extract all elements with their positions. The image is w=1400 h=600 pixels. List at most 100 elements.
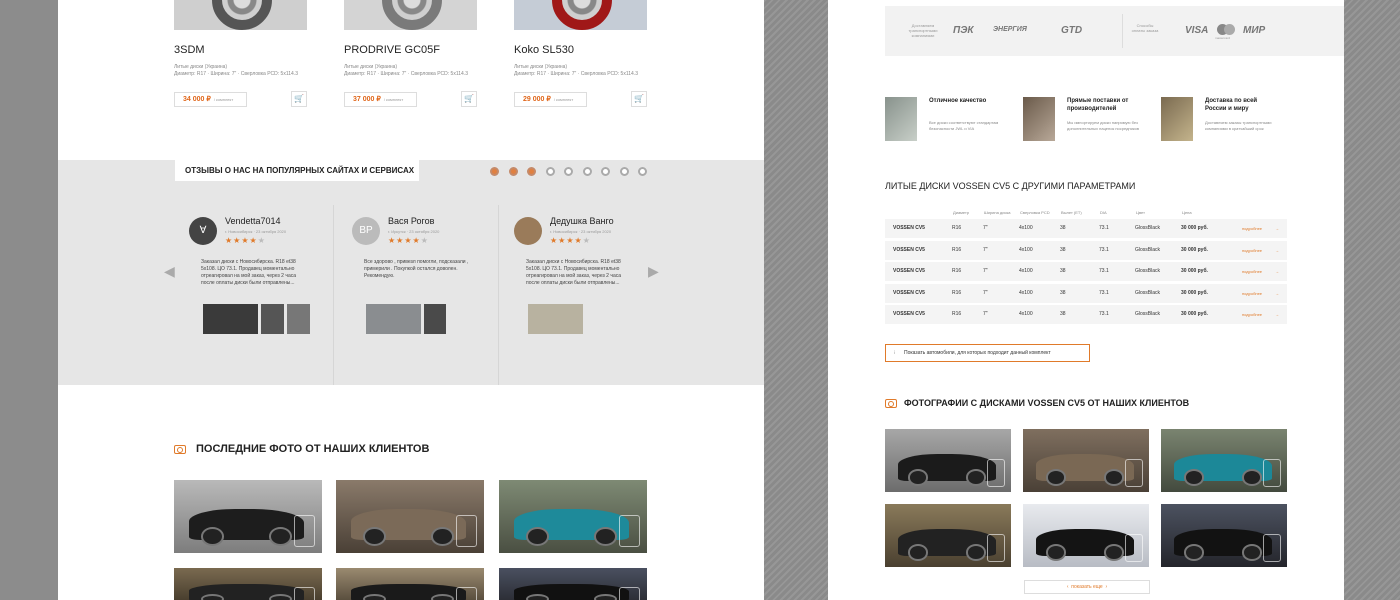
background-texture <box>764 0 828 600</box>
table-cell-pcd: 4x100 <box>1019 246 1033 253</box>
product-price: 29 000 ₽ <box>523 96 551 103</box>
table-cell-link[interactable]: подробнее <box>1242 226 1262 231</box>
table-cell-color: GlossBlack <box>1135 246 1161 253</box>
background-texture <box>1344 0 1400 600</box>
wheel-shape <box>1241 469 1262 486</box>
show-cars-button[interactable]: ⅰ Показать автомобили, для которых подхо… <box>885 344 1090 362</box>
show-more-label: показать еще <box>1071 584 1103 590</box>
arrow-right-icon[interactable]: → <box>1275 269 1279 274</box>
review-photo-thumb[interactable] <box>424 304 446 334</box>
show-more-button[interactable]: ‹ показать еще › <box>1024 580 1150 594</box>
product-image[interactable] <box>344 0 477 30</box>
mastercard-text: mastercard <box>1215 36 1231 40</box>
customer-photo[interactable] <box>1023 429 1149 492</box>
price-box: 29 000 ₽ / комплект <box>514 92 587 107</box>
customer-photo[interactable] <box>174 480 322 553</box>
table-cell-et: 38 <box>1060 289 1066 296</box>
slider-dot[interactable] <box>508 167 518 176</box>
table-row[interactable]: VOSSEN CV5 R16 7" 4x100 38 73.1 GlossBlack 30 0… <box>885 240 1287 260</box>
cart-icon[interactable]: 🛒 <box>631 91 647 107</box>
wheel-shape <box>362 593 387 600</box>
customer-photo[interactable] <box>1023 504 1149 567</box>
review-meta: г. Иркутск · 23 октября 2020 <box>388 229 440 234</box>
review-photo-thumb[interactable] <box>261 304 284 334</box>
table-cell-dia: 73.1 <box>1099 311 1109 317</box>
table-row[interactable]: VOSSEN CV5 R16 7" 4x100 38 73.1 GlossBlack 30 0… <box>885 219 1287 238</box>
slider-dot[interactable] <box>527 167 536 176</box>
customer-photo[interactable] <box>1161 429 1287 492</box>
table-cell-dia: 73.1 <box>1099 246 1109 253</box>
delivery-payment-bar: Доставляем транспортными компаниями ПЭК … <box>885 6 1344 56</box>
review-photo-thumb[interactable] <box>287 304 310 334</box>
customer-photo[interactable] <box>336 480 484 553</box>
wheel-shape <box>525 593 550 600</box>
product-image[interactable] <box>174 0 307 30</box>
watermark <box>1125 459 1143 487</box>
review-photo-thumb[interactable] <box>528 304 583 334</box>
slider-dot[interactable] <box>582 167 592 176</box>
customer-photo[interactable] <box>885 429 1011 492</box>
table-cell-link[interactable]: подробнее <box>1242 291 1262 296</box>
table-cell-d: R16 <box>952 225 962 231</box>
table-row[interactable]: VOSSEN CV5 R16 7" 4x100 38 73.1 GlossBlack 30 0… <box>885 262 1287 281</box>
table-cell-link[interactable]: подробнее <box>1242 312 1262 317</box>
slider-dot[interactable] <box>638 167 647 176</box>
slider-dot[interactable] <box>619 167 629 176</box>
rating-stars: ★★★★★ <box>225 236 266 245</box>
feature-image <box>1161 97 1193 141</box>
review-divider <box>333 205 334 385</box>
product-desc: Литые диски (Украина) Диаметр: R17 · Шир… <box>344 64 468 77</box>
cart-icon[interactable]: 🛒 <box>291 91 307 107</box>
arrow-right-icon[interactable]: → <box>1275 226 1279 231</box>
slider-dot[interactable] <box>601 167 610 176</box>
customer-photo[interactable] <box>499 480 647 553</box>
product-name[interactable]: PRODRIVE GC05F <box>344 44 440 56</box>
wheel-shape <box>430 593 455 600</box>
price-box: 37 000 ₽ / комплект <box>344 92 417 107</box>
table-row[interactable]: VOSSEN CV5 R16 7" 4x100 38 73.1 GlossBlack 30 0… <box>885 305 1287 324</box>
arrow-right-icon[interactable]: → <box>1275 312 1279 317</box>
feature-text: Мы импортируем диски напрямую без дополн… <box>1067 120 1140 131</box>
table-cell-link[interactable]: подробнее <box>1242 248 1262 253</box>
watermark <box>618 515 640 548</box>
cart-icon[interactable]: 🛒 <box>461 91 477 107</box>
table-cell-pcd: 4x100 <box>1019 311 1033 317</box>
product-name[interactable]: Koko SL530 <box>514 44 574 56</box>
product-name[interactable]: 3SDM <box>174 44 205 56</box>
rating-stars: ★★★★★ <box>550 236 591 245</box>
watermark <box>1263 534 1281 562</box>
table-cell-link[interactable]: подробнее <box>1242 269 1262 274</box>
table-cell-w: 7" <box>983 311 988 317</box>
review-photo-thumb[interactable] <box>366 304 421 334</box>
watermark <box>987 534 1005 562</box>
arrow-right-icon[interactable]: → <box>1275 248 1279 253</box>
prev-arrow-icon[interactable]: ◀ <box>164 263 175 280</box>
slider-dot[interactable] <box>490 167 499 176</box>
table-cell-et: 38 <box>1060 268 1066 274</box>
reviewer-name: Vendetta7014 <box>225 216 281 226</box>
section-title: ПОСЛЕДНИЕ ФОТО ОТ НАШИХ КЛИЕНТОВ <box>196 443 430 455</box>
section-title: ФОТОГРАФИИ С ДИСКАМИ VOSSEN CV5 ОТ НАШИХ… <box>904 398 1190 408</box>
table-cell-d: R16 <box>952 311 962 317</box>
wheel-shape <box>1045 469 1066 486</box>
company-logo: GTD <box>1061 25 1083 36</box>
product-image[interactable] <box>514 0 647 30</box>
wheel-shape <box>907 544 928 561</box>
customer-photo[interactable] <box>885 504 1011 567</box>
review-photo-thumb[interactable] <box>203 304 258 334</box>
table-cell-price: 30 000 руб. <box>1181 311 1208 317</box>
customer-photo[interactable] <box>336 568 484 600</box>
right-page-panel: Доставляем транспортными компаниями ПЭК … <box>828 0 1344 600</box>
customer-photo[interactable] <box>1161 504 1287 567</box>
customer-photo[interactable] <box>174 568 322 600</box>
slider-dot[interactable] <box>545 167 555 176</box>
table-row[interactable]: VOSSEN CV5 R16 7" 4x100 38 73.1 GlossBlack 30 0… <box>885 283 1287 303</box>
customer-photo[interactable] <box>499 568 647 600</box>
info-icon: ⅰ <box>894 350 896 356</box>
watermark <box>455 515 477 548</box>
arrow-right-icon[interactable]: → <box>1275 291 1279 296</box>
slider-dot[interactable] <box>564 167 573 176</box>
watermark <box>293 515 315 548</box>
left-page-panel: 3SDM Литые диски (Украина) Диаметр: R17 ·… <box>58 0 764 600</box>
next-arrow-icon[interactable]: ▶ <box>648 263 659 280</box>
